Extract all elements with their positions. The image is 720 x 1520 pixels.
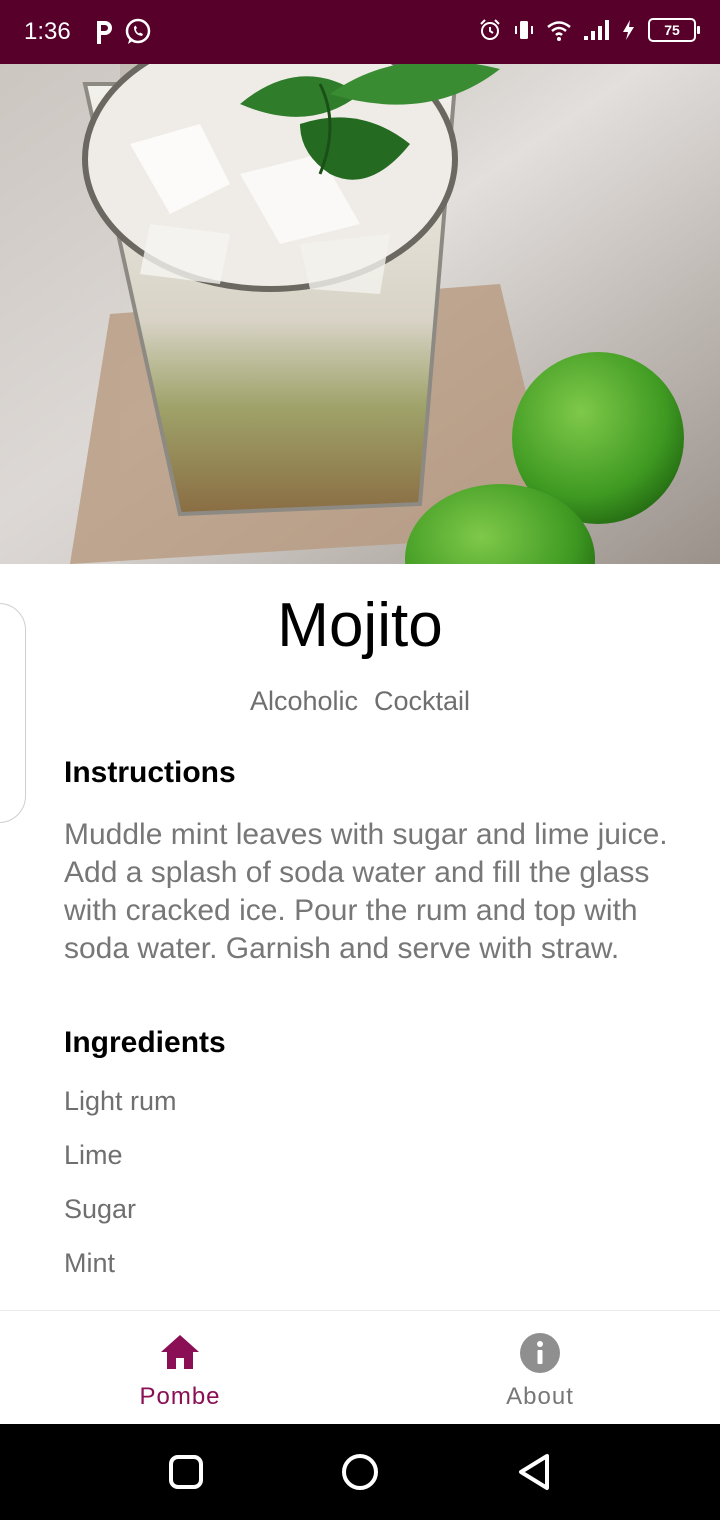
- charging-icon: [623, 20, 634, 40]
- home-button[interactable]: [340, 1452, 380, 1492]
- ingredient-item: Sugar: [64, 1194, 137, 1224]
- info-icon: [520, 1333, 560, 1373]
- drink-tags: Alcoholic Cocktail: [0, 686, 720, 717]
- system-navigation-bar: [0, 1424, 720, 1520]
- nav-item-about[interactable]: About: [360, 1311, 720, 1425]
- wifi-icon: [547, 21, 571, 41]
- bottom-navigation: Pombe About: [0, 1310, 720, 1425]
- signal-icon: [584, 20, 609, 40]
- whatsapp-icon: [125, 18, 151, 44]
- home-icon: [161, 1335, 199, 1369]
- drink-image: [0, 64, 720, 564]
- tag-alcoholic: Alcoholic: [249, 686, 359, 716]
- ingredient-item: Lime: [64, 1140, 123, 1170]
- ingredient-item: Light rum: [64, 1086, 177, 1116]
- p-app-icon: [97, 21, 112, 44]
- status-bar: 1:36 75: [0, 0, 720, 64]
- nav-label-about: About: [506, 1383, 574, 1410]
- instructions-text: Muddle mint leaves with sugar and lime j…: [64, 818, 668, 965]
- nav-label-pombe: Pombe: [139, 1383, 221, 1410]
- recents-button[interactable]: [168, 1452, 204, 1492]
- drink-title: Mojito: [277, 591, 443, 660]
- ingredients-heading: Ingredients: [64, 1026, 226, 1059]
- instructions-heading: Instructions: [64, 756, 236, 789]
- alarm-icon: [480, 19, 500, 40]
- status-time: 1:36: [24, 18, 71, 45]
- battery-icon: 75: [648, 18, 700, 42]
- vibrate-icon: [515, 21, 533, 39]
- status-system-icons: 75: [478, 18, 700, 42]
- status-notification-icons: [92, 18, 152, 46]
- ingredient-item: Mint: [64, 1248, 116, 1278]
- nav-item-pombe[interactable]: Pombe: [0, 1311, 360, 1425]
- back-button[interactable]: [514, 1452, 554, 1492]
- tag-category: Cocktail: [374, 686, 471, 716]
